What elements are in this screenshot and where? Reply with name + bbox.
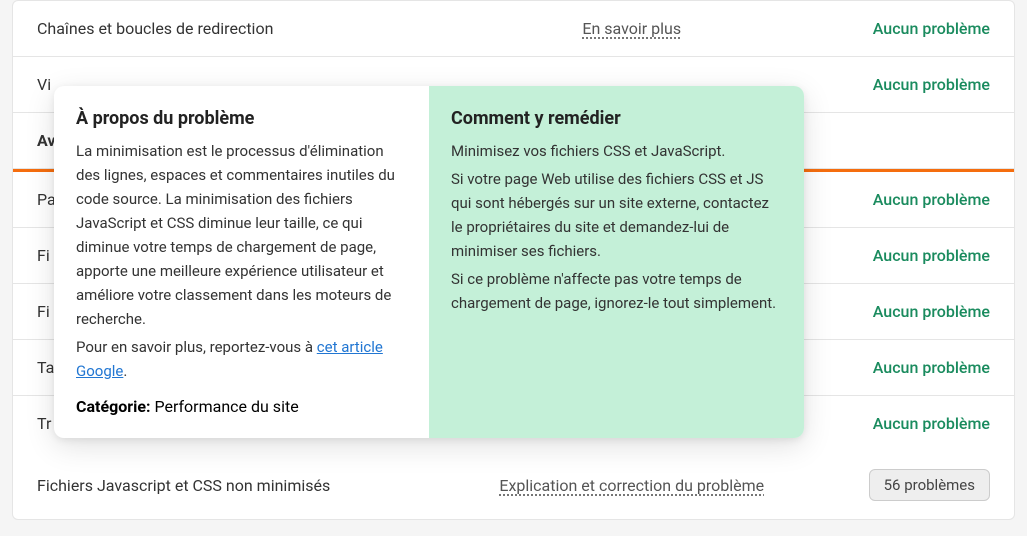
fix-step: Si votre page Web utilise des fichiers C… — [451, 167, 782, 263]
issue-title: Chaînes et boucles de redirection — [37, 19, 434, 38]
status-ok: Aucun problème — [873, 75, 990, 94]
issue-status: Aucun problème — [830, 358, 990, 377]
table-row: Fichiers Javascript et CSS non minimisés… — [13, 451, 1014, 519]
popover-fix: Comment y remédier Minimisez vos fichier… — [429, 86, 804, 438]
issue-status: Aucun problème — [830, 246, 990, 265]
issue-status: 56 problèmes — [830, 469, 990, 501]
category-label: Catégorie: — [76, 397, 151, 416]
category-line: Catégorie: Performance du site — [76, 397, 407, 416]
issue-help: En savoir plus — [434, 19, 831, 38]
issue-status: Aucun problème — [830, 75, 990, 94]
problem-count-badge[interactable]: 56 problèmes — [869, 469, 990, 501]
learn-more-link[interactable]: En savoir plus — [582, 19, 681, 38]
status-ok: Aucun problème — [873, 302, 990, 321]
issue-status: Aucun problème — [830, 302, 990, 321]
issue-status: Aucun problème — [830, 414, 990, 433]
popover-about: À propos du problème La minimisation est… — [54, 86, 429, 438]
issue-status: Aucun problème — [830, 19, 990, 38]
issue-help-link: Explication et correction du problème — [434, 476, 831, 495]
about-heading: À propos du problème — [76, 108, 407, 129]
fix-step: Si ce problème n'affecte pas votre temps… — [451, 267, 782, 315]
status-ok: Aucun problème — [873, 358, 990, 377]
issue-popover: À propos du problème La minimisation est… — [54, 86, 804, 438]
fix-heading: Comment y remédier — [451, 108, 782, 129]
status-ok: Aucun problème — [873, 190, 990, 209]
table-row: Chaînes et boucles de redirection En savo… — [13, 1, 1014, 57]
status-ok: Aucun problème — [873, 414, 990, 433]
fix-step: Minimisez vos fichiers CSS et JavaScript… — [451, 139, 782, 163]
explain-fix-link[interactable]: Explication et correction du problème — [499, 476, 764, 495]
about-more: Pour en savoir plus, reportez-vous à cet… — [76, 335, 407, 383]
about-description: La minimisation est le processus d'élimi… — [76, 139, 407, 331]
issue-status: Aucun problème — [830, 190, 990, 209]
issue-title: Fichiers Javascript et CSS non minimisés — [37, 476, 434, 495]
category-value: Performance du site — [151, 397, 299, 416]
status-ok: Aucun problème — [873, 19, 990, 38]
status-ok: Aucun problème — [873, 246, 990, 265]
